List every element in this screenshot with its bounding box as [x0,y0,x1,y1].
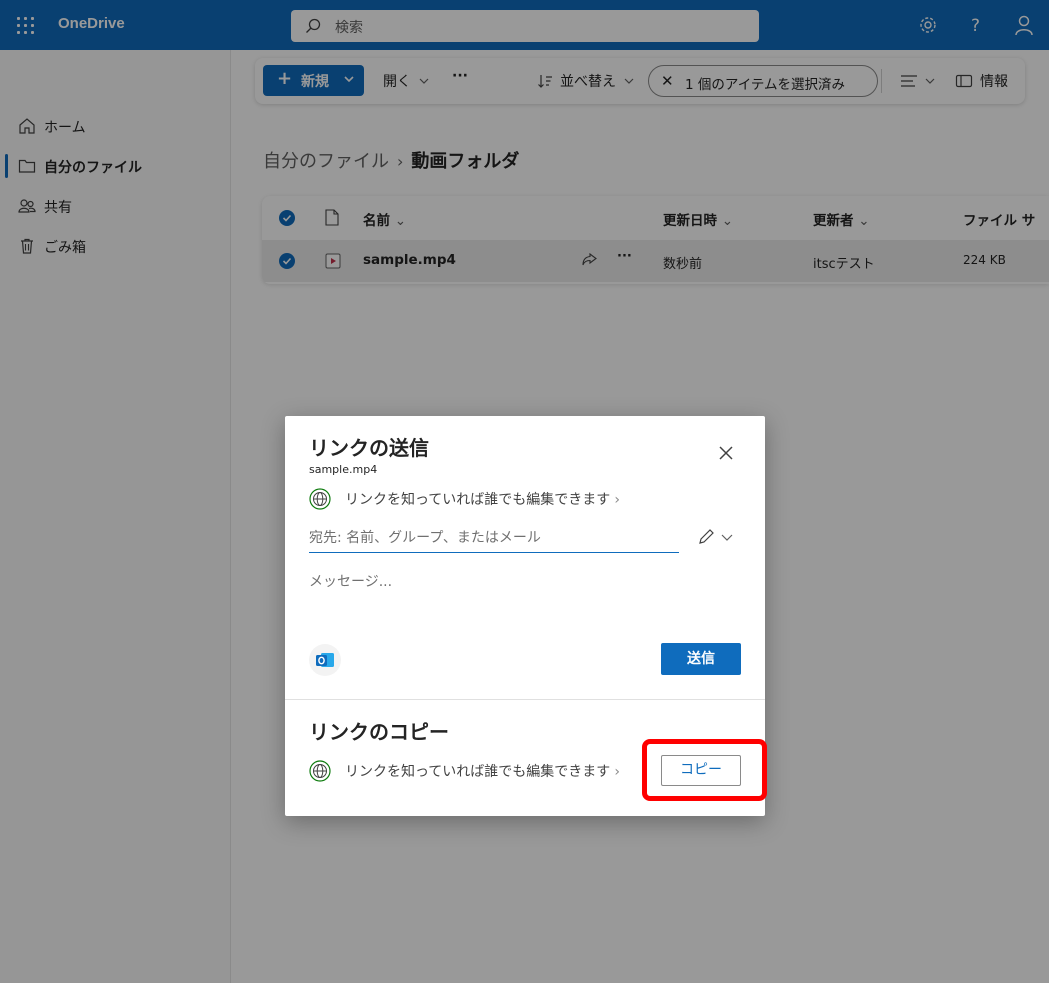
link-permission-settings[interactable]: リンクを知っていれば誰でも編集できます › [345,489,620,509]
section-divider [285,699,765,700]
globe-icon [309,488,331,510]
permission-label: リンクを知っていれば誰でも編集できます [345,492,611,508]
chevron-down-icon[interactable] [721,533,733,542]
chevron-right-icon: › [614,764,620,780]
outlook-icon[interactable] [309,644,341,676]
send-button[interactable]: 送信 [661,643,741,675]
dialog-file-name: sample.mp4 [309,463,378,476]
close-icon[interactable] [715,442,737,464]
dialog-title: リンクの送信 [309,436,429,460]
annotation-highlight-box [642,739,767,801]
globe-icon [309,760,331,782]
pencil-icon[interactable] [697,528,715,546]
recipient-input[interactable] [309,523,679,553]
message-field[interactable]: メッセージ... [309,571,392,591]
copy-link-title: リンクのコピー [309,720,449,744]
copy-link-permission-settings[interactable]: リンクを知っていれば誰でも編集できます › [345,761,620,781]
chevron-right-icon: › [614,492,620,508]
permission-label: リンクを知っていれば誰でも編集できます [345,764,611,780]
